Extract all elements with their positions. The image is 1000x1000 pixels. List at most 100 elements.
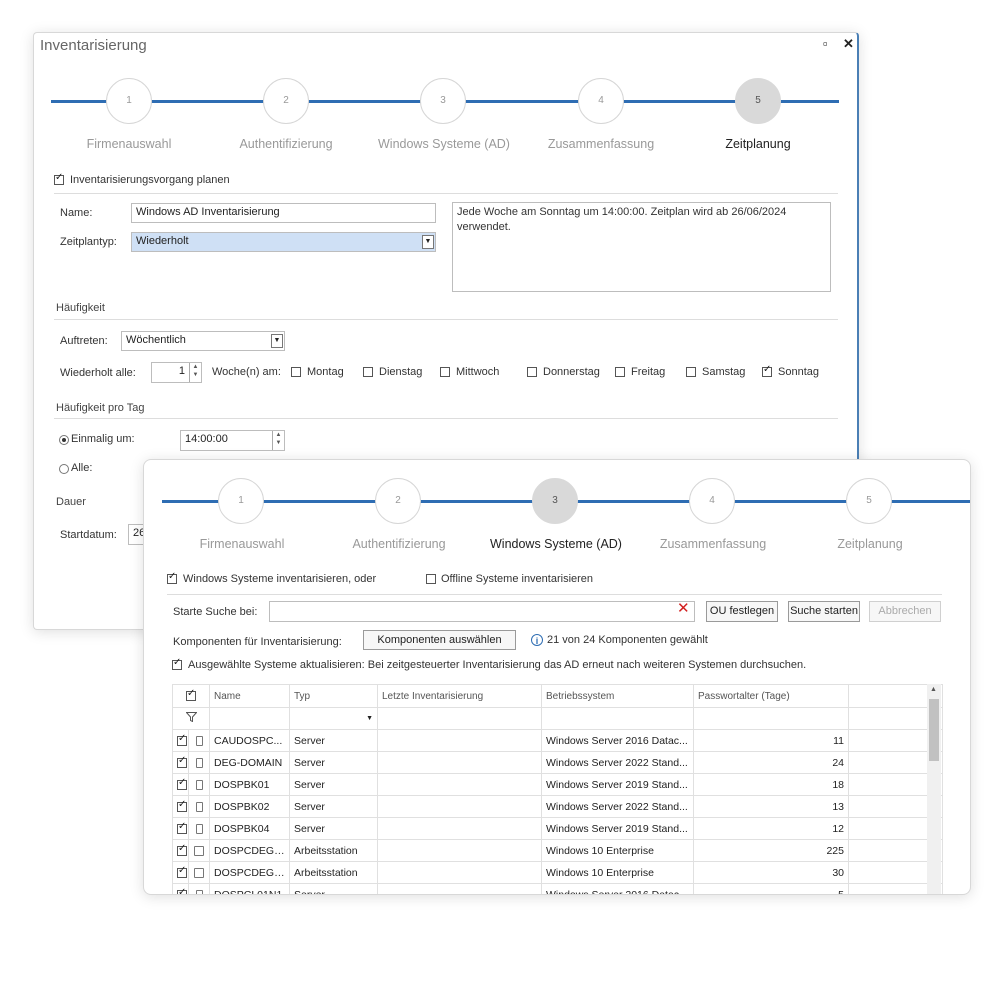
cell-type: Server	[289, 795, 378, 818]
table-row[interactable]: CAUDOSPC...Server Windows Server 2016 Dat…	[172, 729, 943, 752]
filter-password-age-input[interactable]	[693, 707, 849, 730]
table-row[interactable]: DEG-DOMAINServer Windows Server 2022 Stan…	[172, 751, 943, 774]
cell-last-inventory	[377, 751, 542, 774]
wizard-step-3[interactable]: 3	[532, 478, 578, 524]
row-checkbox[interactable]	[177, 887, 187, 894]
frequency-section-title: Häufigkeit	[56, 302, 105, 314]
filter-name-input[interactable]	[209, 707, 290, 730]
wizard-step-3[interactable]: 3	[420, 78, 466, 124]
row-checkbox-cell[interactable]	[172, 773, 189, 796]
search-start-input[interactable]	[269, 601, 695, 622]
schedule-type-select[interactable]: Wiederholt ▼	[131, 232, 436, 252]
repeat-stepper[interactable]: 1 ▲ ▼	[151, 362, 202, 383]
day-checkbox-sonntag[interactable]	[762, 364, 772, 377]
ad-systems-window: 1 2 3 4 5 Firmenauswahl Authentifizierun…	[143, 459, 971, 895]
filter-icon[interactable]	[172, 707, 210, 730]
offline-checkbox[interactable]	[426, 574, 436, 584]
clear-icon[interactable]: ✕	[677, 601, 691, 617]
row-checkbox[interactable]	[177, 733, 187, 746]
close-icon[interactable]: ✕	[843, 36, 854, 52]
table-row[interactable]: DOSPBK02Server Windows Server 2022 Stand.…	[172, 795, 943, 818]
once-radio[interactable]	[59, 435, 69, 445]
row-checkbox[interactable]	[177, 843, 187, 856]
day-checkbox-montag[interactable]	[291, 367, 301, 377]
name-input[interactable]: Windows AD Inventarisierung	[131, 203, 436, 223]
wizard-step-4[interactable]: 4	[578, 78, 624, 124]
scrollbar-thumb[interactable]	[929, 699, 939, 761]
wizard-step-4[interactable]: 4	[689, 478, 735, 524]
table-row[interactable]: DOSPBK04Server Windows Server 2019 Stand.…	[172, 817, 943, 840]
all-radio[interactable]	[59, 464, 69, 474]
wizard-step-2[interactable]: 2	[375, 478, 421, 524]
row-checkbox[interactable]	[177, 777, 187, 790]
duration-section-title: Dauer	[56, 496, 86, 508]
day-checkbox-freitag[interactable]	[615, 367, 625, 377]
row-checkbox-cell[interactable]	[172, 795, 189, 818]
spinner-arrows-icon[interactable]: ▲ ▼	[189, 363, 201, 382]
repeat-value: 1	[178, 365, 185, 377]
row-checkbox-cell[interactable]	[172, 817, 189, 840]
row-checkbox[interactable]	[177, 821, 187, 834]
cell-os: Windows Server 2022 Stand...	[541, 795, 694, 818]
row-checkbox[interactable]	[177, 865, 187, 878]
spinner-arrows-icon[interactable]: ▲ ▼	[272, 431, 284, 450]
start-search-button[interactable]: Suche starten	[788, 601, 860, 622]
wizard-step-label: Zusammenfassung	[659, 537, 767, 551]
wizard-step-2[interactable]: 2	[263, 78, 309, 124]
server-icon	[195, 823, 203, 834]
inventory-ad-label: Windows Systeme inventarisieren, oder	[183, 573, 377, 585]
ou-set-button[interactable]: OU festlegen	[706, 601, 778, 622]
cell-name: CAUDOSPC...	[209, 729, 290, 752]
table-row[interactable]: DOSPCDEG01Arbeitsstation Windows 10 Enter…	[172, 839, 943, 862]
day-label: Freitag	[631, 366, 666, 378]
maximize-icon[interactable]: ▫	[823, 36, 828, 51]
wizard-step-1[interactable]: 1	[106, 78, 152, 124]
row-checkbox-cell[interactable]	[172, 883, 189, 894]
day-checkbox-donnerstag[interactable]	[527, 367, 537, 377]
cell-os: Windows Server 2019 Stand...	[541, 773, 694, 796]
plan-checkbox[interactable]	[54, 172, 64, 185]
column-header-password-age[interactable]: Passwortalter (Tage)	[693, 684, 849, 708]
cell-os: Windows Server 2019 Stand...	[541, 817, 694, 840]
row-checkbox-cell[interactable]	[172, 751, 189, 774]
row-checkbox[interactable]	[177, 799, 187, 812]
select-all-cell[interactable]	[172, 684, 210, 708]
scroll-up-icon[interactable]: ▲	[930, 686, 937, 693]
update-systems-checkbox[interactable]	[172, 657, 182, 670]
occurs-select[interactable]: Wöchentlich ▼	[121, 331, 285, 351]
systems-table: Name Typ Letzte Inventarisierung Betrieb…	[172, 684, 943, 894]
cancel-button[interactable]: Abbrechen	[869, 601, 941, 622]
row-checkbox-cell[interactable]	[172, 729, 189, 752]
table-row[interactable]: DOSPBK01Server Windows Server 2019 Stand.…	[172, 773, 943, 796]
day-checkbox-samstag[interactable]	[686, 367, 696, 377]
row-checkbox-cell[interactable]	[172, 861, 189, 884]
table-scrollbar[interactable]: ▲	[927, 684, 941, 894]
wizard-step-1[interactable]: 1	[218, 478, 264, 524]
row-icon-cell	[188, 839, 210, 862]
row-checkbox-cell[interactable]	[172, 839, 189, 862]
inventory-ad-checkbox[interactable]	[167, 571, 177, 584]
schedule-type-label: Zeitplantyp:	[60, 236, 117, 248]
once-time-input[interactable]: 14:00:00 ▲ ▼	[180, 430, 285, 451]
day-checkbox-mittwoch[interactable]	[440, 367, 450, 377]
column-header-type[interactable]: Typ	[289, 684, 378, 708]
cell-os: Windows Server 2016 Datac...	[541, 729, 694, 752]
column-header-last-inventory[interactable]: Letzte Inventarisierung	[377, 684, 542, 708]
row-icon-cell	[188, 795, 210, 818]
select-all-checkbox[interactable]	[186, 688, 196, 701]
filter-last-inventory-input[interactable]	[377, 707, 542, 730]
wizard-step-5[interactable]: 5	[846, 478, 892, 524]
divider	[54, 319, 838, 320]
column-header-name[interactable]: Name	[209, 684, 290, 708]
column-header-os[interactable]: Betriebssystem	[541, 684, 694, 708]
table-row[interactable]: DOSPCDEG03Arbeitsstation Windows 10 Enter…	[172, 861, 943, 884]
select-components-button[interactable]: Komponenten auswählen	[363, 630, 516, 650]
day-checkbox-dienstag[interactable]	[363, 367, 373, 377]
row-checkbox[interactable]	[177, 755, 187, 768]
repeat-label: Wiederholt alle:	[60, 367, 136, 379]
filter-type-dropdown[interactable]: ▼	[289, 707, 378, 730]
table-row[interactable]: DOSPCL01N1Server Windows Server 2016 Data…	[172, 883, 943, 894]
all-label: Alle:	[71, 462, 93, 474]
wizard-step-5[interactable]: 5	[735, 78, 781, 124]
filter-os-input[interactable]	[541, 707, 694, 730]
